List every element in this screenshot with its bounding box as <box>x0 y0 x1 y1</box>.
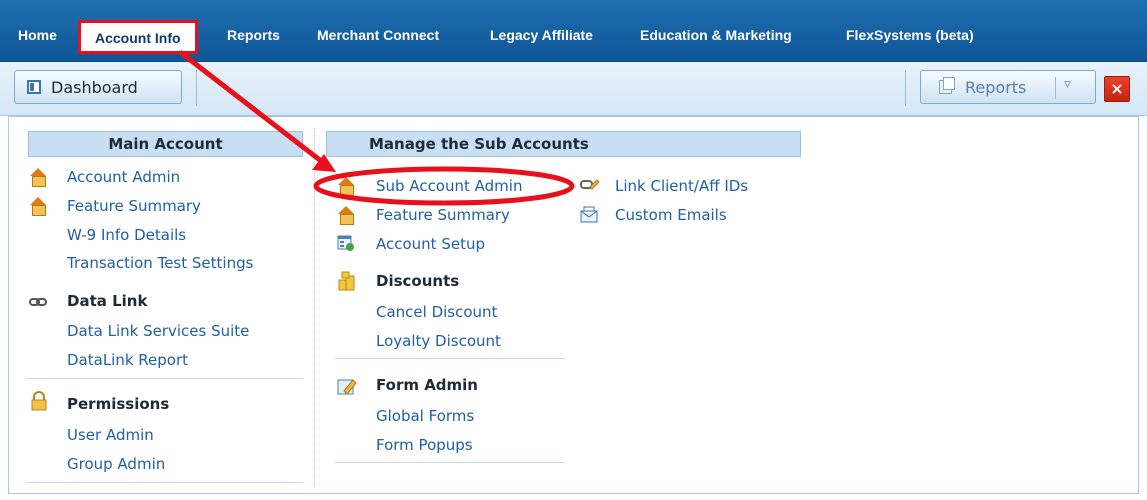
manage-sub-accounts-header: Manage the Sub Accounts <box>326 131 801 157</box>
datalink-report-link[interactable]: DataLink Report <box>67 351 188 369</box>
tag-link-icon <box>580 177 600 195</box>
link-client-aff-ids-link[interactable]: Link Client/Aff IDs <box>615 177 748 195</box>
toolbar-separator <box>905 70 906 106</box>
account-setup-link[interactable]: Account Setup <box>376 235 485 253</box>
custom-emails-link[interactable]: Custom Emails <box>615 206 727 224</box>
form-admin-title: Form Admin <box>376 376 478 394</box>
permissions-title: Permissions <box>67 395 170 413</box>
nav-merchant-connect[interactable]: Merchant Connect <box>317 0 439 62</box>
section-divider <box>26 378 303 379</box>
account-setup-icon <box>337 234 355 252</box>
feature-summary-link[interactable]: Feature Summary <box>376 206 510 224</box>
chevron-down-icon[interactable]: ▿ <box>1064 76 1071 92</box>
nav-reports[interactable]: Reports <box>227 0 280 62</box>
house-icon <box>337 206 355 225</box>
top-navigation-bar: Home Account Info Reports Merchant Conne… <box>0 0 1147 62</box>
form-popups-link[interactable]: Form Popups <box>376 436 473 454</box>
data-link-services-suite-link[interactable]: Data Link Services Suite <box>67 322 249 340</box>
house-icon <box>29 168 47 187</box>
house-icon <box>337 177 355 196</box>
reports-label: Reports <box>965 78 1027 97</box>
transaction-test-settings-link[interactable]: Transaction Test Settings <box>67 254 253 272</box>
dashboard-button[interactable]: Dashboard <box>14 70 182 104</box>
discounts-title: Discounts <box>376 272 460 290</box>
loyalty-discount-link[interactable]: Loyalty Discount <box>376 332 501 350</box>
feature-summary-link[interactable]: Feature Summary <box>67 197 201 215</box>
section-divider <box>335 358 565 359</box>
user-admin-link[interactable]: User Admin <box>67 426 154 444</box>
envelope-icon <box>580 206 598 224</box>
nav-legacy-affiliate[interactable]: Legacy Affiliate <box>490 0 593 62</box>
sub-account-admin-link[interactable]: Sub Account Admin <box>376 177 522 195</box>
nav-education-marketing[interactable]: Education & Marketing <box>640 0 792 62</box>
group-admin-link[interactable]: Group Admin <box>67 455 165 473</box>
nav-home[interactable]: Home <box>18 0 57 62</box>
toolbar-separator <box>196 70 197 106</box>
chain-link-icon <box>29 293 47 311</box>
nav-account-info[interactable]: Account Info <box>78 20 198 54</box>
reports-icon <box>939 77 955 94</box>
coins-icon <box>337 271 355 291</box>
data-link-title: Data Link <box>67 292 148 310</box>
reports-divider <box>1055 77 1056 99</box>
section-divider <box>26 482 303 483</box>
main-account-header: Main Account <box>28 131 303 157</box>
nav-flexsystems[interactable]: FlexSystems (beta) <box>846 0 974 62</box>
section-divider <box>335 462 565 463</box>
dashboard-label: Dashboard <box>51 78 138 97</box>
reports-button[interactable]: Reports ▿ <box>920 70 1096 104</box>
cancel-discount-link[interactable]: Cancel Discount <box>376 303 497 321</box>
w9-info-details-link[interactable]: W-9 Info Details <box>67 226 186 244</box>
close-button[interactable]: × <box>1104 76 1130 102</box>
account-admin-link[interactable]: Account Admin <box>67 168 180 186</box>
house-icon <box>29 197 47 216</box>
dashboard-icon <box>27 80 41 94</box>
column-divider <box>314 128 315 488</box>
padlock-icon <box>30 391 48 411</box>
toolbar: Dashboard Reports ▿ × <box>0 62 1147 116</box>
form-edit-icon <box>337 376 357 395</box>
global-forms-link[interactable]: Global Forms <box>376 407 474 425</box>
